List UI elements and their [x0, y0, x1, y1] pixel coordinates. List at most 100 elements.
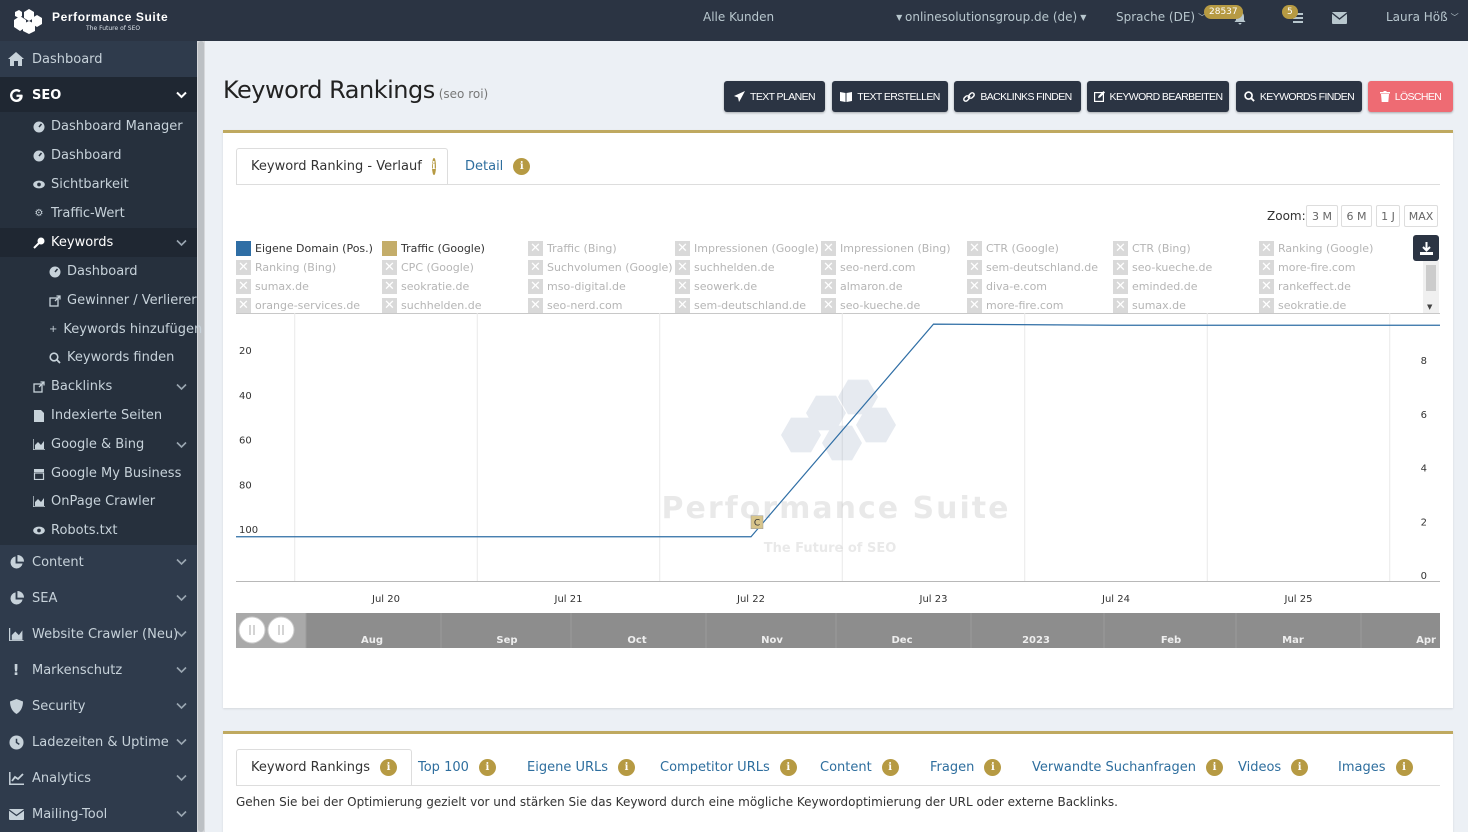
- legend-item[interactable]: ✕ CTR (Bing): [1113, 241, 1191, 256]
- info-icon[interactable]: i: [1395, 759, 1413, 776]
- sidebar-item-content[interactable]: Content: [0, 544, 197, 580]
- sidebar-scrollbar-thumb[interactable]: [198, 41, 204, 832]
- tab-top-100[interactable]: Top 100 i: [404, 749, 510, 786]
- legend-item[interactable]: ✕ sumax.de: [236, 279, 309, 294]
- legend-scroll-down-icon[interactable]: ▼: [1427, 303, 1432, 311]
- language-select[interactable]: Sprache (DE) ﹀: [1116, 10, 1206, 24]
- sidebar-item-backlinks[interactable]: Backlinks: [0, 372, 197, 401]
- legend-item[interactable]: ✕ almaron.de: [821, 279, 902, 294]
- zoom-3m-button[interactable]: 3 M: [1306, 205, 1338, 227]
- legend-item[interactable]: ✕ eminded.de: [1113, 279, 1198, 294]
- sidebar-item-website-crawler[interactable]: Website Crawler (Neu): [0, 616, 197, 652]
- legend-item[interactable]: ✕ seo-kueche.de: [821, 298, 920, 313]
- sidebar-item-indexierte-seiten[interactable]: Indexierte Seiten: [0, 401, 197, 430]
- sidebar-item-google-bing[interactable]: Google & Bing: [0, 430, 197, 459]
- text-erstellen-button[interactable]: TEXT ERSTELLEN: [832, 81, 948, 112]
- legend-item[interactable]: ✕ Impressionen (Google): [675, 241, 819, 256]
- legend-item[interactable]: ✕ rankeffect.de: [1259, 279, 1351, 294]
- sidebar-item-dashboard[interactable]: Dashboard: [0, 41, 197, 77]
- legend-item[interactable]: ✕ mso-digital.de: [528, 279, 626, 294]
- sidebar-item-security[interactable]: Security: [0, 688, 197, 724]
- info-icon[interactable]: i: [881, 759, 899, 776]
- legend-item[interactable]: ✕ more-fire.com: [1259, 260, 1355, 275]
- messages-button[interactable]: [1331, 12, 1348, 27]
- sidebar-item-dashboard-manager[interactable]: Dashboard Manager: [0, 112, 197, 141]
- sidebar-item-markenschutz[interactable]: ! Markenschutz: [0, 652, 197, 688]
- sidebar-item-mailing-tool[interactable]: Mailing-Tool: [0, 796, 197, 832]
- tab-verwandte-suchanfragen[interactable]: Verwandte Suchanfragen i: [1018, 749, 1237, 786]
- info-icon[interactable]: i: [779, 759, 797, 776]
- legend-item[interactable]: ✕ diva-e.com: [967, 279, 1047, 294]
- zoom-max-button[interactable]: MAX: [1404, 205, 1438, 227]
- tab-fragen[interactable]: Fragen i: [916, 749, 1015, 786]
- sidebar-item-gewinner-verlierer[interactable]: Gewinner / Verlierer: [0, 286, 197, 315]
- tab-images[interactable]: Images i: [1324, 749, 1427, 786]
- sidebar-item-analytics[interactable]: Analytics: [0, 760, 197, 796]
- legend-scrollbar[interactable]: ▼: [1423, 261, 1439, 313]
- legend-item[interactable]: ✕ Traffic (Bing): [528, 241, 617, 256]
- navigator-handle[interactable]: [238, 616, 266, 644]
- legend-item[interactable]: ✕ seokratie.de: [1259, 298, 1346, 313]
- legend-item[interactable]: ✕ sem-deutschland.de: [675, 298, 806, 313]
- legend-item[interactable]: ✕ orange-services.de: [236, 298, 360, 313]
- legend-item[interactable]: ✕ seo-nerd.com: [821, 260, 915, 275]
- legend-item[interactable]: ✕ CPC (Google): [382, 260, 474, 275]
- info-icon[interactable]: i: [1291, 759, 1309, 776]
- legend-item[interactable]: ✕ Impressionen (Bing): [821, 241, 951, 256]
- text-planen-button[interactable]: TEXT PLANEN: [724, 81, 825, 112]
- sidebar-item-keywords-dashboard[interactable]: Dashboard: [0, 257, 197, 286]
- sidebar-item-sichtbarkeit[interactable]: Sichtbarkeit: [0, 170, 197, 199]
- zoom-1j-button[interactable]: 1 J: [1376, 205, 1400, 227]
- export-button[interactable]: [1413, 235, 1439, 261]
- navigator-handle[interactable]: [267, 616, 295, 644]
- info-icon[interactable]: i: [478, 759, 496, 776]
- customer-select[interactable]: Alle Kunden ▼: [703, 10, 902, 24]
- info-icon[interactable]: i: [380, 759, 398, 776]
- loeschen-button[interactable]: LÖSCHEN: [1368, 81, 1453, 112]
- sidebar-item-seo-dashboard[interactable]: Dashboard: [0, 141, 197, 170]
- legend-item[interactable]: ✕ seokratie.de: [382, 279, 469, 294]
- brand-logo[interactable]: Performance Suite The Future of SEO: [10, 6, 168, 36]
- legend-item[interactable]: ✕ sem-deutschland.de: [967, 260, 1098, 275]
- legend-item[interactable]: ✕ seowerk.de: [675, 279, 757, 294]
- legend-item[interactable]: ✕ seo-kueche.de: [1113, 260, 1212, 275]
- info-icon[interactable]: i: [431, 158, 436, 175]
- legend-item[interactable]: ✕ seo-nerd.com: [528, 298, 622, 313]
- sidebar-item-seo[interactable]: SEO: [0, 77, 197, 113]
- legend-scrollbar-thumb[interactable]: [1426, 265, 1436, 291]
- sidebar-item-keywords[interactable]: Keywords: [0, 228, 197, 257]
- legend-item[interactable]: Traffic (Google): [382, 241, 485, 256]
- sidebar-item-google-my-business[interactable]: Google My Business: [0, 459, 197, 488]
- sidebar-scrollbar[interactable]: [197, 41, 205, 832]
- tab-eigene-urls[interactable]: Eigene URLs i: [513, 749, 649, 786]
- sidebar-item-ladezeiten[interactable]: Ladezeiten & Uptime: [0, 724, 197, 760]
- sidebar-item-onpage-crawler[interactable]: OnPage Crawler: [0, 487, 197, 516]
- tab-content[interactable]: Content i: [806, 749, 913, 786]
- keywords-finden-button[interactable]: KEYWORDS FINDEN: [1236, 81, 1362, 112]
- keyword-bearbeiten-button[interactable]: KEYWORD BEARBEITEN: [1087, 81, 1229, 112]
- info-icon[interactable]: i: [1206, 759, 1224, 776]
- legend-item[interactable]: ✕ Ranking (Google): [1259, 241, 1373, 256]
- legend-item[interactable]: ✕ suchhelden.de: [675, 260, 775, 275]
- sidebar-item-keywords-hinzufuegen[interactable]: + Keywords hinzufügen: [0, 315, 202, 344]
- tab-videos[interactable]: Videos i: [1224, 749, 1322, 786]
- legend-item[interactable]: ✕ sumax.de: [1113, 298, 1186, 313]
- info-icon[interactable]: i: [984, 759, 1002, 776]
- sidebar-item-keywords-finden[interactable]: Keywords finden: [0, 343, 197, 372]
- info-icon[interactable]: i: [513, 158, 531, 175]
- legend-item[interactable]: Eigene Domain (Pos.): [236, 241, 373, 256]
- legend-item[interactable]: ✕ Ranking (Bing): [236, 260, 336, 275]
- zoom-6m-button[interactable]: 6 M: [1341, 205, 1372, 227]
- sidebar-item-traffic-wert[interactable]: ⚙ Traffic-Wert: [0, 199, 197, 228]
- info-icon[interactable]: i: [618, 759, 636, 776]
- sidebar-item-sea[interactable]: SEA: [0, 580, 197, 616]
- legend-item[interactable]: ✕ Suchvolumen (Google): [528, 260, 673, 275]
- legend-item[interactable]: ✕ more-fire.com: [967, 298, 1063, 313]
- sidebar-item-robots-txt[interactable]: Robots.txt: [0, 516, 197, 545]
- tab-detail[interactable]: Detail i: [451, 148, 544, 185]
- tab-keyword-rankings[interactable]: Keyword Rankings i: [236, 749, 413, 786]
- tab-keyword-ranking-verlauf[interactable]: Keyword Ranking - Verlauf i: [236, 148, 448, 185]
- backlinks-finden-button[interactable]: BACKLINKS FINDEN: [954, 81, 1081, 112]
- legend-item[interactable]: ✕ CTR (Google): [967, 241, 1059, 256]
- domain-select[interactable]: onlinesolutionsgroup.de (de) ▼: [905, 10, 1086, 24]
